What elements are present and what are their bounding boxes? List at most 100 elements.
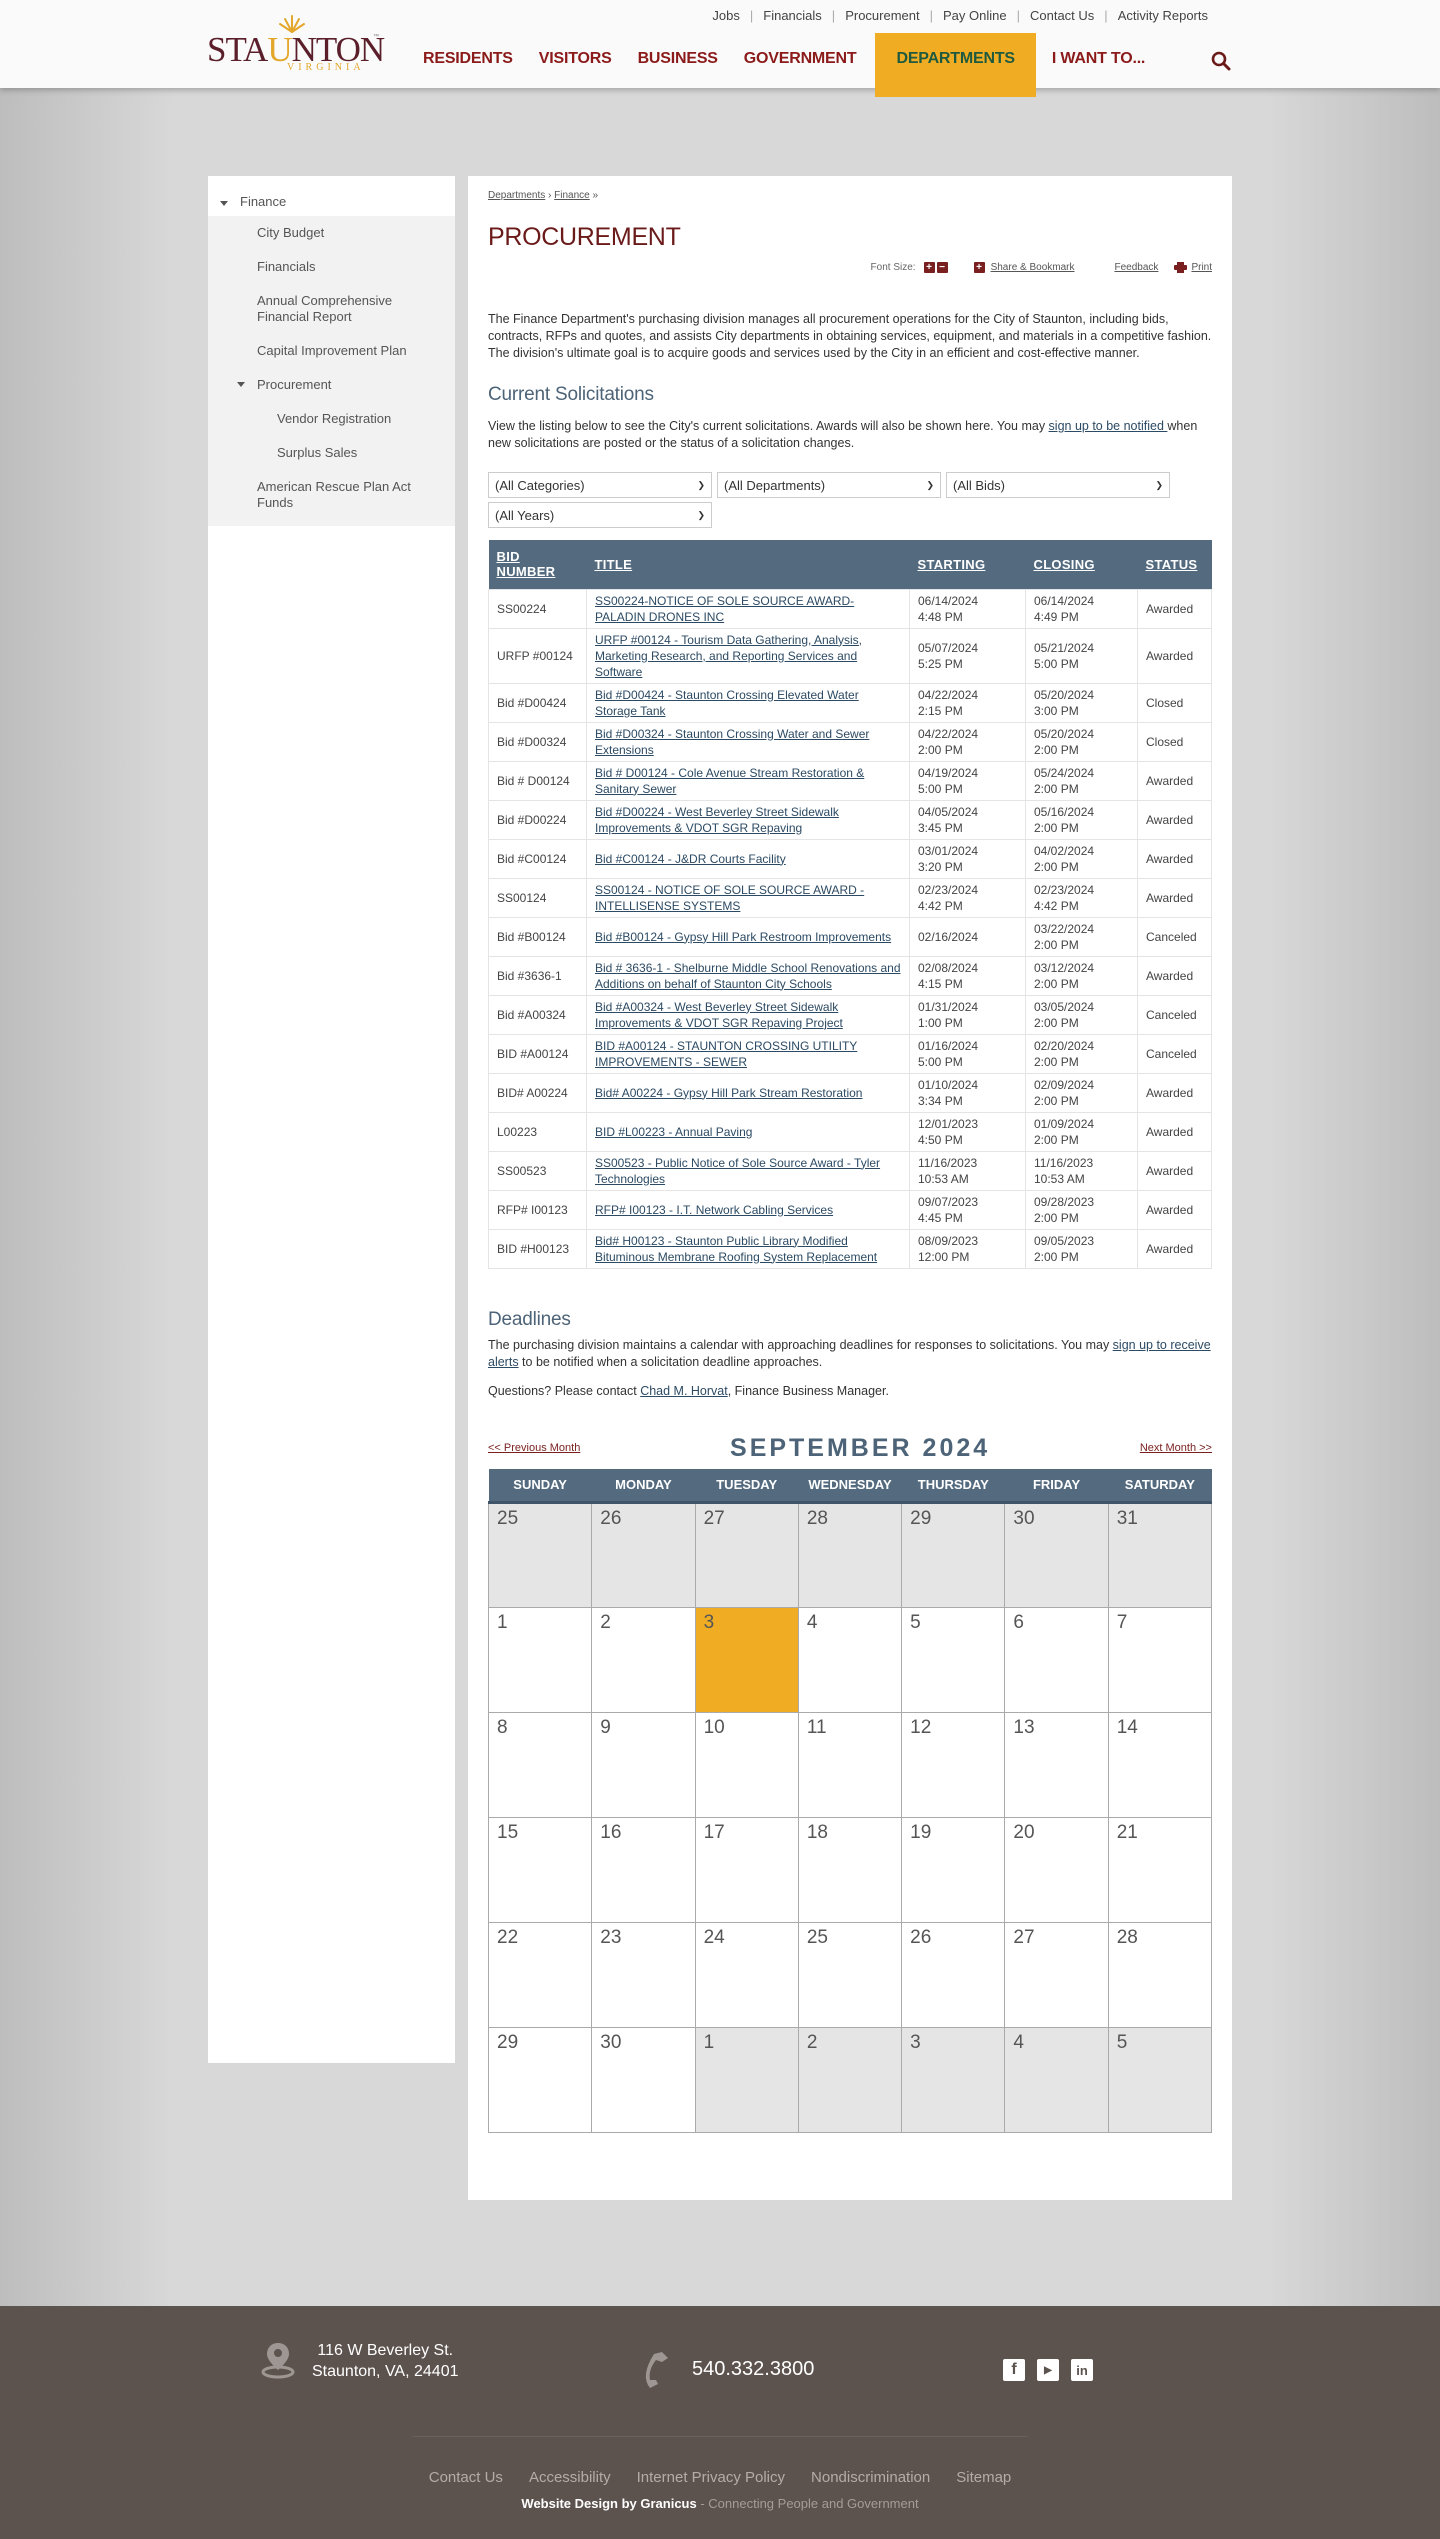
- calendar-day[interactable]: 18: [797, 1817, 903, 1923]
- calendar-day[interactable]: 31: [1107, 1502, 1213, 1608]
- calendar-day[interactable]: 21: [1107, 1817, 1213, 1923]
- sidebar-item-financials[interactable]: Financials: [208, 250, 455, 284]
- calendar-day[interactable]: 25: [797, 1922, 903, 2028]
- utility-link-contact-us[interactable]: Contact Us: [1020, 8, 1104, 23]
- nav-business[interactable]: BUSINESS: [625, 33, 731, 97]
- calendar-day[interactable]: 5: [1107, 2027, 1213, 2133]
- sidebar-item-capital-improvement-plan[interactable]: Capital Improvement Plan: [208, 334, 455, 368]
- calendar-day[interactable]: 30: [1004, 1502, 1109, 1608]
- bid-title-link[interactable]: URFP #00124 - Tourism Data Gathering, An…: [595, 633, 862, 679]
- bid-type-select[interactable]: (All Bids) ❯: [946, 472, 1170, 498]
- calendar-day[interactable]: 26: [591, 1502, 696, 1608]
- breadcrumb-finance[interactable]: Finance: [554, 190, 590, 201]
- calendar-day[interactable]: 28: [1107, 1922, 1213, 2028]
- sidebar-item-acfr[interactable]: Annual Comprehensive Financial Report: [208, 284, 455, 334]
- linkedin-icon[interactable]: in: [1071, 2359, 1093, 2381]
- calendar-day-today[interactable]: 3: [694, 1607, 799, 1713]
- bid-title-link[interactable]: RFP# I00123 - I.T. Network Cabling Servi…: [595, 1203, 833, 1217]
- calendar-day[interactable]: 24: [694, 1922, 799, 2028]
- calendar-day[interactable]: 4: [797, 1607, 903, 1713]
- calendar-day[interactable]: 2: [797, 2027, 903, 2133]
- nav-government[interactable]: GOVERNMENT: [731, 33, 870, 97]
- calendar-day[interactable]: 6: [1004, 1607, 1109, 1713]
- footer-link-sitemap[interactable]: Sitemap: [956, 2469, 1011, 2486]
- nav-residents[interactable]: RESIDENTS: [410, 33, 526, 97]
- calendar-day[interactable]: 27: [694, 1502, 799, 1608]
- bid-title-link[interactable]: Bid #D00224 - West Beverley Street Sidew…: [595, 805, 839, 835]
- calendar-day[interactable]: 28: [797, 1502, 903, 1608]
- calendar-day[interactable]: 7: [1107, 1607, 1213, 1713]
- sort-starting[interactable]: STARTING: [918, 557, 986, 572]
- bid-title-link[interactable]: SS00124 - NOTICE OF SOLE SOURCE AWARD - …: [595, 883, 864, 913]
- print-link[interactable]: Print: [1191, 262, 1212, 273]
- sort-closing[interactable]: CLOSING: [1034, 557, 1095, 572]
- calendar-day[interactable]: 8: [487, 1712, 593, 1818]
- font-increase-button[interactable]: +: [923, 262, 935, 273]
- nav-departments[interactable]: DEPARTMENTS: [875, 33, 1036, 97]
- feedback-link[interactable]: Feedback: [1115, 262, 1159, 273]
- youtube-icon[interactable]: ▶: [1037, 2359, 1059, 2381]
- bid-title-link[interactable]: Bid# A00224 - Gypsy Hill Park Stream Res…: [595, 1086, 862, 1100]
- utility-link-procurement[interactable]: Procurement: [835, 8, 929, 23]
- sort-bid-number[interactable]: BID NUMBER: [497, 549, 556, 579]
- bid-title-link[interactable]: Bid #C00124 - J&DR Courts Facility: [595, 852, 786, 866]
- nav-i-want-to[interactable]: I WANT TO...: [1039, 33, 1158, 97]
- calendar-day[interactable]: 11: [797, 1712, 903, 1818]
- calendar-day[interactable]: 27: [1004, 1922, 1109, 2028]
- bid-title-link[interactable]: SS00523 - Public Notice of Sole Source A…: [595, 1156, 880, 1186]
- bid-title-link[interactable]: Bid # 3636-1 - Shelburne Middle School R…: [595, 961, 901, 991]
- calendar-day[interactable]: 16: [591, 1817, 696, 1923]
- sidebar-item-finance[interactable]: Finance: [208, 176, 455, 216]
- signup-notified-link[interactable]: sign up to be notified: [1049, 419, 1168, 433]
- contact-person-link[interactable]: Chad M. Horvat: [640, 1384, 728, 1398]
- sidebar-item-vendor-registration[interactable]: Vendor Registration: [208, 402, 455, 436]
- calendar-day[interactable]: 20: [1004, 1817, 1109, 1923]
- calendar-day[interactable]: 30: [591, 2027, 696, 2133]
- bid-title-link[interactable]: BID #L00223 - Annual Paving: [595, 1125, 752, 1139]
- category-select[interactable]: (All Categories) ❯: [488, 472, 712, 498]
- calendar-day[interactable]: 9: [591, 1712, 696, 1818]
- share-bookmark-link[interactable]: Share & Bookmark: [991, 262, 1075, 273]
- calendar-day[interactable]: 5: [901, 1607, 1006, 1713]
- sidebar-item-surplus-sales[interactable]: Surplus Sales: [208, 436, 455, 470]
- utility-link-pay-online[interactable]: Pay Online: [933, 8, 1017, 23]
- calendar-day[interactable]: 14: [1107, 1712, 1213, 1818]
- sort-title[interactable]: TITLE: [595, 557, 633, 572]
- footer-link-accessibility[interactable]: Accessibility: [529, 2469, 611, 2486]
- facebook-icon[interactable]: f: [1003, 2359, 1025, 2381]
- footer-link-internet-privacy-policy[interactable]: Internet Privacy Policy: [637, 2469, 785, 2486]
- bid-title-link[interactable]: Bid #A00324 - West Beverley Street Sidew…: [595, 1000, 843, 1030]
- nav-visitors[interactable]: VISITORS: [526, 33, 625, 97]
- bid-title-link[interactable]: Bid #B00124 - Gypsy Hill Park Restroom I…: [595, 930, 891, 944]
- utility-link-financials[interactable]: Financials: [753, 8, 832, 23]
- utility-link-activity-reports[interactable]: Activity Reports: [1108, 8, 1218, 23]
- search-icon[interactable]: [1211, 51, 1231, 74]
- calendar-day[interactable]: 29: [487, 2027, 593, 2133]
- calendar-day[interactable]: 23: [591, 1922, 696, 2028]
- utility-link-jobs[interactable]: Jobs: [702, 8, 749, 23]
- font-decrease-button[interactable]: −: [936, 262, 948, 273]
- calendar-day[interactable]: 29: [901, 1502, 1006, 1608]
- calendar-day[interactable]: 4: [1004, 2027, 1109, 2133]
- calendar-day[interactable]: 10: [694, 1712, 799, 1818]
- year-select[interactable]: (All Years) ❯: [488, 502, 712, 528]
- credit-link[interactable]: Website Design by Granicus: [521, 2496, 696, 2511]
- bid-title-link[interactable]: Bid #D00324 - Staunton Crossing Water an…: [595, 727, 869, 757]
- breadcrumb-departments[interactable]: Departments: [488, 190, 545, 201]
- calendar-day[interactable]: 17: [694, 1817, 799, 1923]
- previous-month-link[interactable]: << Previous Month: [488, 1442, 580, 1454]
- calendar-day[interactable]: 19: [901, 1817, 1006, 1923]
- bid-title-link[interactable]: Bid # D00124 - Cole Avenue Stream Restor…: [595, 766, 864, 796]
- bid-title-link[interactable]: Bid #D00424 - Staunton Crossing Elevated…: [595, 688, 859, 718]
- staunton-logo[interactable]: STAUNTON ™ VIRGINIA: [207, 14, 385, 76]
- sidebar-item-procurement[interactable]: Procurement: [208, 368, 455, 402]
- sidebar-item-arpa-funds[interactable]: American Rescue Plan Act Funds: [208, 470, 455, 520]
- footer-link-nondiscrimination[interactable]: Nondiscrimination: [811, 2469, 930, 2486]
- calendar-day[interactable]: 25: [487, 1502, 593, 1608]
- bid-title-link[interactable]: SS00224-NOTICE OF SOLE SOURCE AWARD-PALA…: [595, 594, 854, 624]
- sort-status[interactable]: STATUS: [1146, 557, 1198, 572]
- calendar-day[interactable]: 15: [487, 1817, 593, 1923]
- calendar-day[interactable]: 2: [591, 1607, 696, 1713]
- calendar-day[interactable]: 3: [901, 2027, 1006, 2133]
- calendar-day[interactable]: 1: [487, 1607, 593, 1713]
